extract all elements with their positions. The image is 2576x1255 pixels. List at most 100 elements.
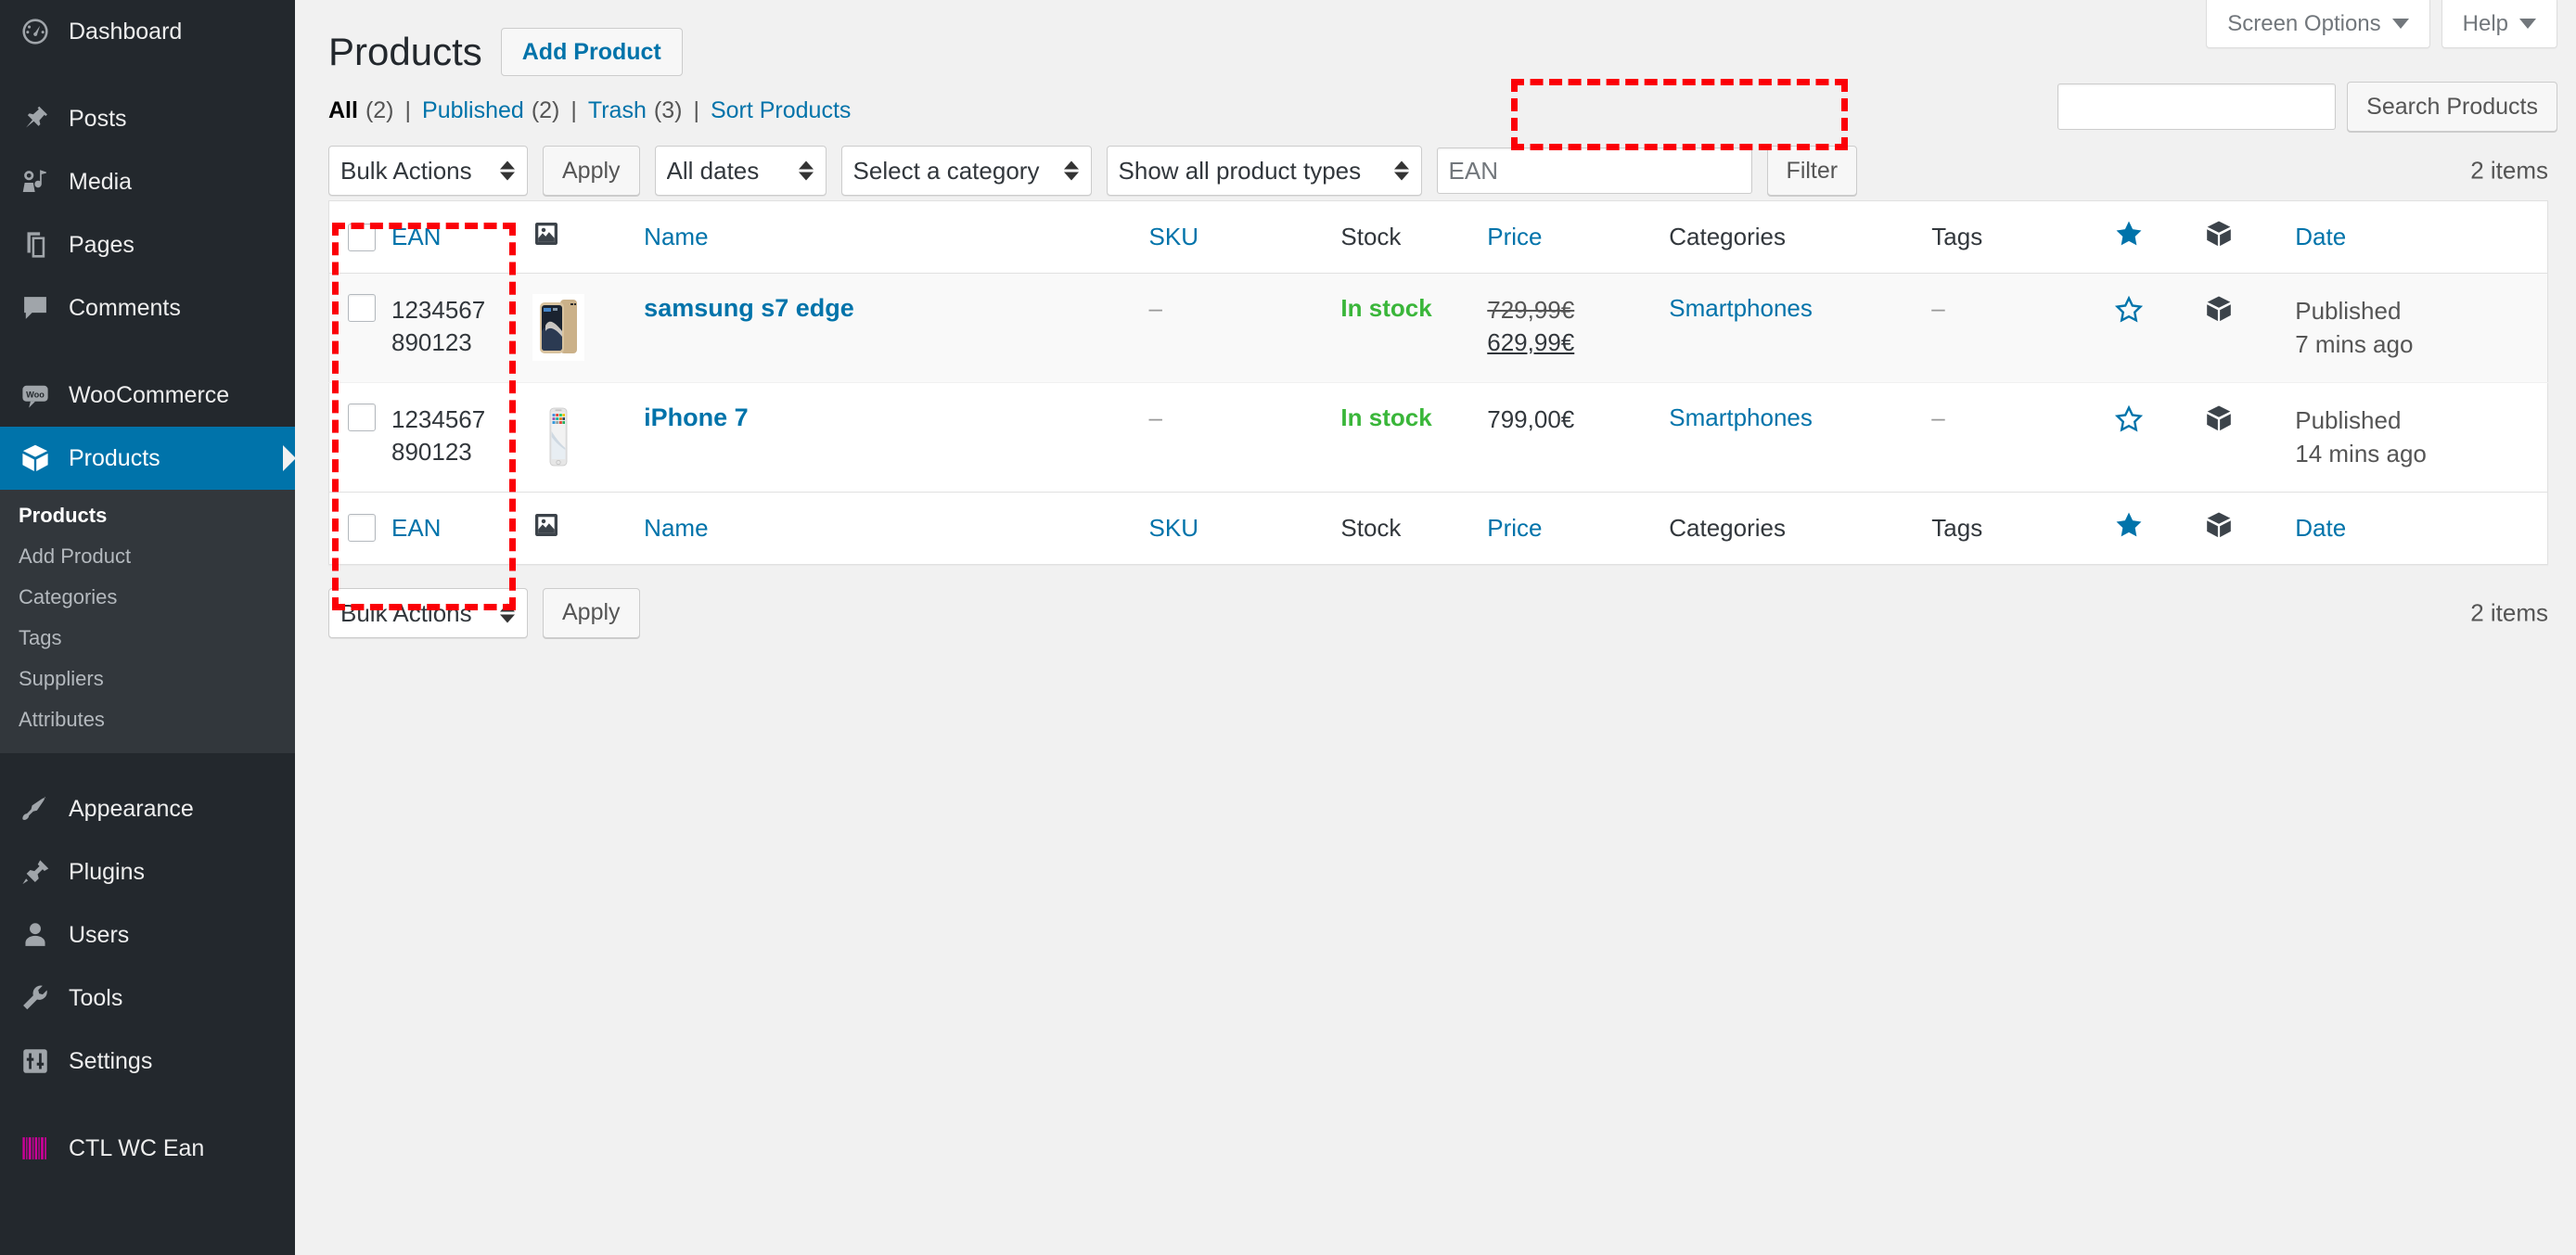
column-header-date[interactable]: Date <box>2295 200 2548 274</box>
apply-button-bottom[interactable]: Apply <box>543 587 640 638</box>
category-link[interactable]: Smartphones <box>1669 294 1813 322</box>
submenu-item-tags[interactable]: Tags <box>0 618 295 659</box>
view-link-all[interactable]: All (2) | <box>328 97 422 124</box>
search-products-button[interactable]: Search Products <box>2347 82 2557 132</box>
view-link-trash[interactable]: Trash (3) | <box>588 97 711 124</box>
column-footer-thumbnail <box>532 491 645 565</box>
bulk-actions-select-bottom[interactable]: Bulk Actions <box>328 587 528 638</box>
view-link-sort-products[interactable]: Sort Products <box>711 97 851 124</box>
date-status: Published <box>2295 297 2402 325</box>
category-link[interactable]: Smartphones <box>1669 403 1813 431</box>
image-icon <box>532 223 560 253</box>
row-select-checkbox[interactable] <box>348 294 376 322</box>
pages-icon <box>19 228 52 262</box>
column-footer-sku-label[interactable]: SKU <box>1149 514 1198 542</box>
sidebar-item-dashboard[interactable]: Dashboard <box>0 0 295 63</box>
star-outline-icon[interactable] <box>2113 404 2145 441</box>
category-select-wrap: Select a category <box>840 146 1092 196</box>
row-featured-cell[interactable] <box>2113 381 2205 493</box>
view-link-trash-count: (3) <box>653 97 683 123</box>
column-header-sku[interactable]: SKU <box>1148 200 1341 274</box>
sidebar-item-comments[interactable]: Comments <box>0 276 295 339</box>
row-categories-cell[interactable]: Smartphones <box>1669 381 1932 493</box>
row-checkbox-cell[interactable] <box>328 381 391 493</box>
view-link-published-label[interactable]: Published <box>422 97 524 124</box>
view-link-all-label[interactable]: All <box>328 97 358 124</box>
column-header-name[interactable]: Name <box>644 200 1149 274</box>
sidebar-item-settings[interactable]: Settings <box>0 1030 295 1093</box>
select-all-header[interactable] <box>328 200 391 274</box>
product-name-link[interactable]: samsung s7 edge <box>644 294 854 322</box>
view-link-sort-products-label[interactable]: Sort Products <box>711 97 851 124</box>
view-link-published[interactable]: Published (2) | <box>422 97 588 124</box>
dates-select-wrap: All dates <box>654 146 827 196</box>
sidebar-item-woocommerce[interactable]: Woo WooCommerce <box>0 364 295 427</box>
submenu-item-attributes[interactable]: Attributes <box>0 699 295 740</box>
column-footer-date[interactable]: Date <box>2295 491 2548 565</box>
column-header-ean[interactable]: EAN <box>391 200 533 274</box>
sidebar-item-label: CTL WC Ean <box>69 1134 205 1161</box>
screen-options-button[interactable]: Screen Options <box>2206 0 2430 48</box>
column-header-sku-label[interactable]: SKU <box>1149 223 1198 250</box>
column-header-stock-label: Stock <box>1340 223 1402 250</box>
row-checkbox-cell[interactable] <box>328 273 391 383</box>
dates-select[interactable]: All dates <box>654 146 827 196</box>
view-link-trash-label[interactable]: Trash <box>588 97 647 124</box>
column-header-name-label[interactable]: Name <box>644 223 708 250</box>
sidebar-item-tools[interactable]: Tools <box>0 967 295 1030</box>
products-table-body: 1234567 890123 samsung s7 edge – In stoc… <box>328 273 2548 493</box>
submenu-item-suppliers[interactable]: Suppliers <box>0 659 295 699</box>
column-header-ean-label[interactable]: EAN <box>391 223 441 250</box>
apply-button-top[interactable]: Apply <box>543 146 640 196</box>
sidebar-item-appearance[interactable]: Appearance <box>0 777 295 840</box>
row-featured-cell[interactable] <box>2113 273 2205 383</box>
brush-icon <box>19 792 52 826</box>
add-product-button[interactable]: Add Product <box>500 28 683 76</box>
sidebar-item-plugins[interactable]: Plugins <box>0 840 295 903</box>
sidebar-item-media[interactable]: Media <box>0 150 295 213</box>
row-select-checkbox[interactable] <box>348 403 376 431</box>
row-thumbnail-cell <box>532 381 645 493</box>
table-row: 1234567 890123 <box>328 273 2548 383</box>
help-button[interactable]: Help <box>2441 0 2557 48</box>
bulk-actions-select-top[interactable]: Bulk Actions <box>328 146 528 196</box>
select-all-checkbox[interactable] <box>348 223 376 251</box>
row-name-cell[interactable]: samsung s7 edge <box>644 273 1149 383</box>
comments-icon <box>19 291 52 325</box>
product-type-select[interactable]: Show all product types <box>1106 146 1422 196</box>
column-footer-price-label[interactable]: Price <box>1487 514 1542 542</box>
table-footer-row: EAN Name SKU Stock Price Categories Tags… <box>328 491 2548 565</box>
ean-filter-input[interactable] <box>1436 147 1752 194</box>
column-footer-ean-label[interactable]: EAN <box>391 514 441 542</box>
row-name-cell[interactable]: iPhone 7 <box>644 381 1149 493</box>
column-footer-name-label[interactable]: Name <box>644 514 708 542</box>
column-footer-sku[interactable]: SKU <box>1148 491 1341 565</box>
submenu-item-add-product[interactable]: Add Product <box>0 536 295 577</box>
filter-button[interactable]: Filter <box>1766 146 1858 196</box>
products-table-foot: EAN Name SKU Stock Price Categories Tags… <box>328 491 2548 565</box>
sidebar-item-ctl-wc-ean[interactable]: CTL WC Ean <box>0 1117 295 1180</box>
column-footer-price[interactable]: Price <box>1487 491 1670 565</box>
row-categories-cell[interactable]: Smartphones <box>1669 273 1932 383</box>
category-select[interactable]: Select a category <box>840 146 1092 196</box>
samsung-s7-edge-thumbnail <box>532 294 585 361</box>
submenu-item-categories[interactable]: Categories <box>0 577 295 618</box>
submenu-item-products[interactable]: Products <box>0 495 295 536</box>
sidebar-item-posts[interactable]: Posts <box>0 87 295 150</box>
column-header-categories-label: Categories <box>1669 223 1786 250</box>
sidebar-item-pages[interactable]: Pages <box>0 213 295 276</box>
column-header-date-label[interactable]: Date <box>2295 223 2346 250</box>
column-footer-name[interactable]: Name <box>644 491 1149 565</box>
select-all-footer[interactable] <box>328 491 391 565</box>
star-outline-icon[interactable] <box>2113 295 2145 331</box>
column-header-price-label[interactable]: Price <box>1487 223 1542 250</box>
search-input[interactable] <box>2057 83 2337 130</box>
sidebar-item-users[interactable]: Users <box>0 903 295 967</box>
sidebar-item-products[interactable]: Products <box>0 427 296 490</box>
column-footer-ean[interactable]: EAN <box>391 491 533 565</box>
regular-price: 729,99€ <box>1487 296 1575 324</box>
product-name-link[interactable]: iPhone 7 <box>644 403 749 431</box>
column-footer-date-label[interactable]: Date <box>2295 514 2346 542</box>
column-header-price[interactable]: Price <box>1487 200 1670 274</box>
select-all-checkbox-footer[interactable] <box>348 514 376 543</box>
